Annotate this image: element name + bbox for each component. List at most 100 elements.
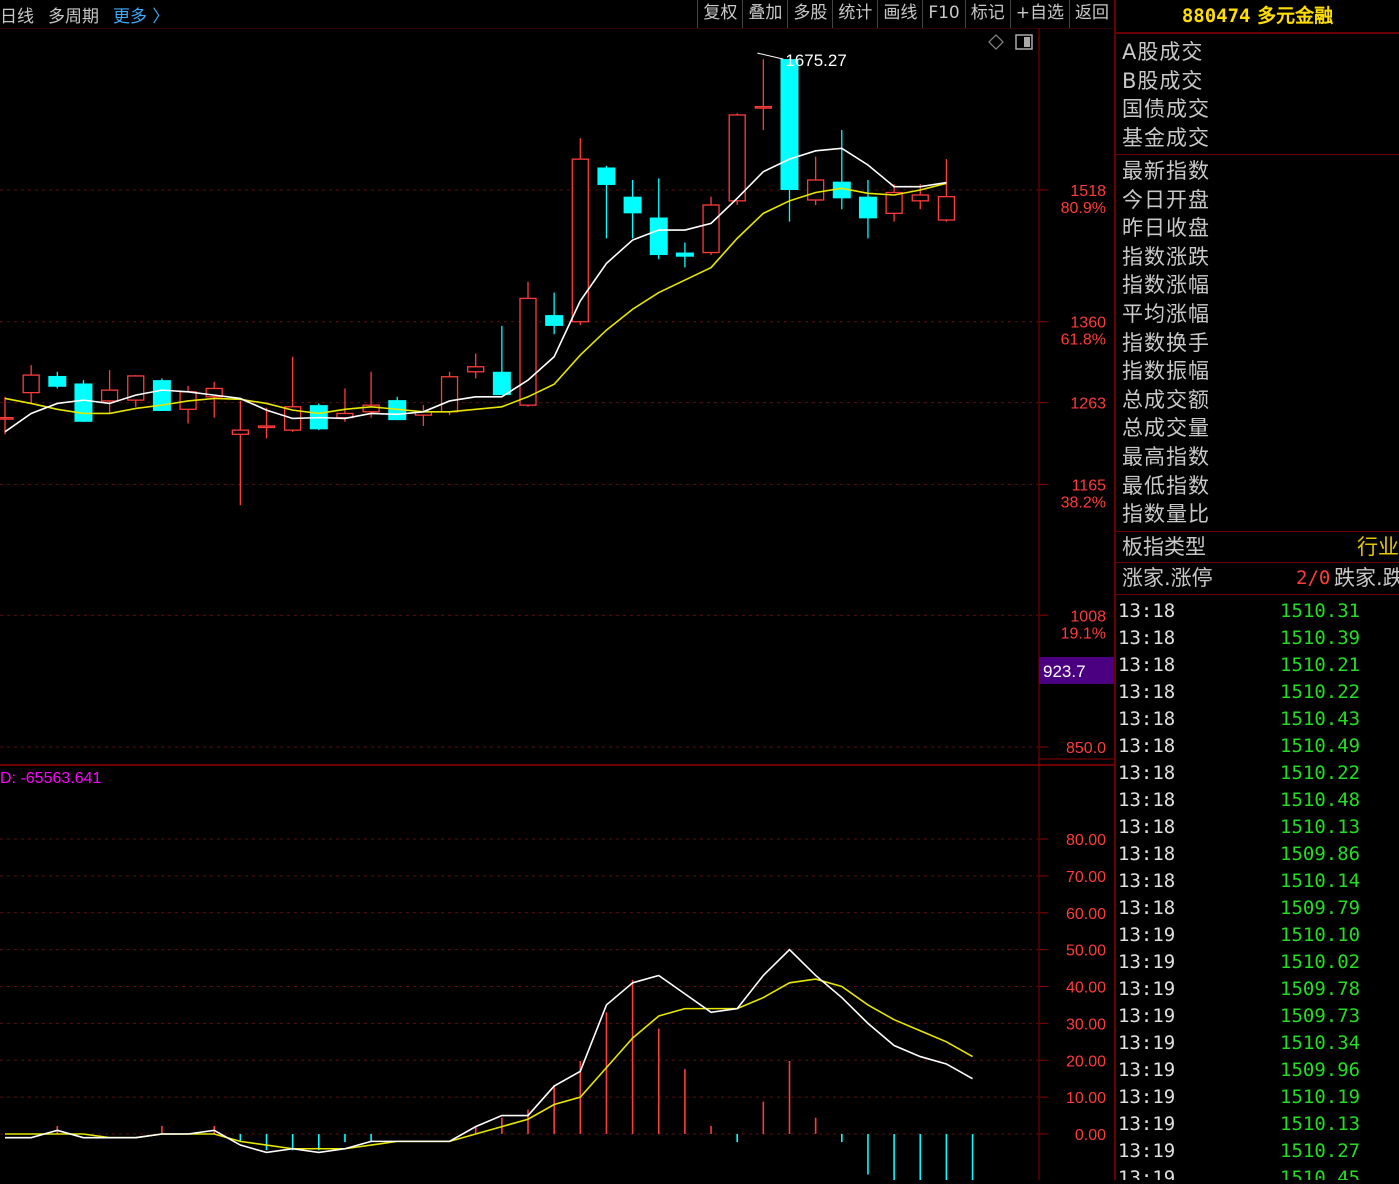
- label-a-share: A股成交: [1122, 40, 1204, 64]
- back-button[interactable]: 返回: [1069, 0, 1114, 28]
- candle-body: [48, 375, 67, 387]
- candle-body: [22, 374, 40, 394]
- tick-row: 13:18 1510.39: [1116, 625, 1399, 652]
- tick-row: 13:19 1510.34: [1116, 1030, 1399, 1057]
- price-tick-label: 1008: [1070, 608, 1106, 625]
- toolbar-buttons: 复权 叠加 多股 统计 画线 F10 标记 +自选 返回: [697, 0, 1114, 28]
- index-info-panel: 880474 多元金融 A股成交 B股成交 国债成交 基金成交 最新指数 今日开…: [1114, 0, 1399, 1180]
- diamond-icon: [988, 34, 1004, 50]
- tick-price: 1510.43: [1280, 707, 1361, 730]
- macd-dea-line: [5, 978, 973, 1150]
- label-open: 今日开盘: [1122, 187, 1210, 212]
- f10-button[interactable]: F10: [922, 0, 964, 28]
- tick-time: 13:18: [1118, 896, 1176, 919]
- add-watchlist-button[interactable]: +自选: [1009, 0, 1069, 28]
- price-tick-label: 1165: [1072, 477, 1107, 494]
- price-tick-label: 1360: [1070, 315, 1106, 332]
- label-treasury: 国债成交: [1122, 97, 1210, 121]
- tick-row: 13:19 1510.19: [1116, 1084, 1399, 1111]
- advance-decline-row: 涨家.涨停 2/0 跌家.跌停: [1116, 563, 1399, 595]
- current-price-label: 923.7: [1043, 662, 1086, 681]
- overlay-button[interactable]: 叠加: [742, 0, 787, 28]
- tick-price: 1510.34: [1280, 1031, 1361, 1054]
- label-low: 最低指数: [1122, 473, 1210, 498]
- decline-label: 跌家.跌停: [1334, 565, 1399, 590]
- period-daily[interactable]: 日线: [0, 2, 34, 27]
- tick-time: 13:19: [1118, 1139, 1176, 1162]
- price-tick-label: 1518: [1070, 183, 1106, 200]
- tick-time: 13:18: [1118, 869, 1176, 892]
- macd-tick-label: 40.00: [1066, 980, 1106, 997]
- candle-body: [754, 105, 772, 109]
- tick-row: 13:19 1509.78: [1116, 976, 1399, 1003]
- macd-value-label: D: -65563.641: [0, 770, 102, 787]
- macd-tick-label: 70.00: [1066, 869, 1106, 886]
- candle-body: [728, 114, 746, 202]
- tick-price: 1510.49: [1280, 734, 1361, 757]
- label-total-volume: 总成交量: [1122, 416, 1210, 441]
- tick-price: 1510.13: [1280, 815, 1361, 838]
- tick-row: 13:18 1510.13: [1116, 814, 1399, 841]
- chart-canvas[interactable]: 151880.9% 136061.8% 1263 116538.2% 100819.1%…: [0, 28, 1114, 1184]
- tick-time: 13:18: [1118, 653, 1176, 676]
- tick-time: 13:18: [1118, 626, 1176, 649]
- tick-price: 1509.86: [1280, 842, 1361, 865]
- tick-row: 13:18 1510.22: [1116, 760, 1399, 787]
- label-change-pct: 指数涨幅: [1122, 273, 1210, 298]
- macd-tick-label: 30.00: [1066, 1016, 1106, 1033]
- tick-row: 13:18 1510.22: [1116, 679, 1399, 706]
- candle-body: [571, 158, 589, 323]
- price-tick-label: 850.0: [1066, 740, 1106, 757]
- period-more-link[interactable]: 更多 〉: [113, 2, 169, 27]
- candle-body: [492, 371, 511, 396]
- candle-body: [0, 416, 14, 420]
- candle-body: [937, 196, 956, 221]
- period-selector: 日线 多周期 更多 〉: [0, 0, 183, 28]
- stats-button[interactable]: 统计: [832, 0, 877, 28]
- adjust-button[interactable]: 复权: [697, 0, 742, 28]
- label-b-share: B股成交: [1122, 68, 1204, 93]
- label-change: 指数涨跌: [1122, 244, 1210, 269]
- tick-time: 13:18: [1118, 599, 1176, 622]
- tick-price: 1510.39: [1280, 626, 1361, 649]
- index-name: 多元金融: [1257, 5, 1334, 27]
- tick-row: 13:18 1510.31: [1116, 598, 1399, 625]
- draw-button[interactable]: 画线: [877, 0, 922, 28]
- candle-body: [545, 315, 564, 326]
- tick-price: 1510.31: [1280, 599, 1361, 622]
- candle-body: [780, 59, 799, 191]
- tick-row: 13:19 1509.73: [1116, 1003, 1399, 1030]
- fib-pct-label: 80.9%: [1061, 200, 1106, 217]
- index-code: 880474: [1181, 5, 1251, 27]
- high-pointer: [757, 52, 784, 60]
- tick-price: 1510.14: [1280, 869, 1361, 892]
- tick-price: 1509.73: [1280, 1004, 1361, 1027]
- ma-fast-line: [4, 147, 947, 433]
- candle-body: [231, 429, 250, 435]
- price-tick-label: 1263: [1070, 396, 1106, 413]
- label-turnover: 指数换手: [1122, 330, 1210, 355]
- macd-dif-line: [5, 948, 973, 1154]
- index-title: 880474 多元金融: [1116, 0, 1399, 34]
- tick-list[interactable]: 13:18 1510.31 13:18 1510.39 13:18 1510.21 13:1…: [1116, 595, 1399, 1180]
- chart-area[interactable]: 1518 80.9% 1360 61.8% 1263 1165 38.2% 1008 19.1%…: [0, 28, 1114, 1184]
- candle-body: [257, 425, 276, 429]
- macd-tick-label: 10.00: [1066, 1090, 1106, 1107]
- candle-body: [100, 389, 119, 402]
- tick-price: 1509.78: [1280, 977, 1361, 1000]
- tick-row: 13:18 1510.49: [1116, 733, 1399, 760]
- macd-tick-label: 80.00: [1066, 832, 1106, 849]
- label-prev-close: 昨日收盘: [1122, 216, 1210, 241]
- tick-time: 13:19: [1118, 977, 1176, 1000]
- tick-time: 13:19: [1118, 1058, 1176, 1081]
- mark-button[interactable]: 标记: [964, 0, 1010, 28]
- macd-tick-label: 20.00: [1066, 1053, 1106, 1070]
- multi-stock-button[interactable]: 多股: [787, 0, 832, 28]
- candle-body: [597, 167, 616, 185]
- advance-label: 涨家.涨停: [1122, 565, 1213, 590]
- index-type-row: 板指类型 行业: [1116, 532, 1399, 563]
- period-multi[interactable]: 多周期: [48, 2, 99, 27]
- tick-price: 1510.45: [1280, 1166, 1361, 1180]
- candle-body: [649, 217, 668, 256]
- tick-price: 1510.27: [1280, 1139, 1361, 1162]
